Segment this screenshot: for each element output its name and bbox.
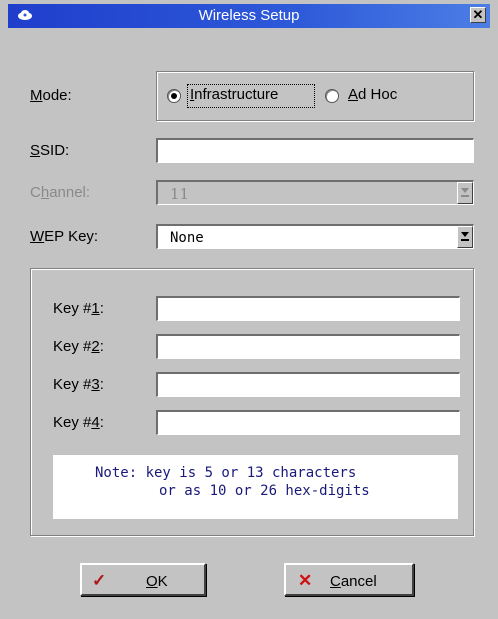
channel-combo[interactable]: 11: [156, 180, 474, 205]
cancel-button-label: Cancel: [330, 573, 377, 590]
key3-label: Key #3:: [53, 376, 104, 393]
checkmark-icon: ✓: [92, 571, 107, 590]
cancel-button[interactable]: ✕ Cancel: [284, 563, 414, 596]
adhoc-radio[interactable]: [325, 89, 339, 103]
wep-dropdown-button[interactable]: [457, 226, 473, 248]
mode-label: Mode:: [30, 87, 72, 104]
key4-label: Key #4:: [53, 414, 104, 431]
key1-field[interactable]: [156, 296, 460, 321]
wep-key-value: None: [170, 230, 204, 246]
channel-value: 11: [170, 185, 190, 203]
infrastructure-radio[interactable]: [167, 89, 181, 103]
key3-field[interactable]: [156, 372, 460, 397]
note-line-1: Note: key is 5 or 13 characters: [95, 465, 357, 481]
key2-label: Key #2:: [53, 338, 104, 355]
wep-key-combo[interactable]: None: [156, 224, 474, 249]
ssid-label: SSID:: [30, 142, 70, 159]
adhoc-label[interactable]: Ad Hoc: [348, 86, 397, 103]
channel-dropdown-button[interactable]: [457, 182, 473, 204]
note-line-2: or as 10 or 26 hex-digits: [159, 483, 370, 499]
chevron-down-icon: [461, 232, 469, 241]
radio-dot: [171, 93, 177, 99]
infrastructure-label[interactable]: Infrastructure: [190, 86, 278, 103]
ok-button[interactable]: ✓ OK: [80, 563, 206, 596]
cross-icon: ✕: [298, 571, 313, 590]
chevron-down-icon: [461, 188, 469, 197]
window-title: Wireless Setup: [198, 7, 300, 24]
mode-group: Infrastructure Ad Hoc: [156, 71, 474, 121]
key4-field[interactable]: [156, 410, 460, 435]
wep-key-label: WEP Key:: [30, 228, 99, 245]
key2-field[interactable]: [156, 334, 460, 359]
key-format-note: Note: key is 5 or 13 characters or as 10…: [53, 455, 458, 519]
ssid-field[interactable]: [156, 138, 474, 163]
key1-label: Key #1:: [53, 300, 104, 317]
ok-button-label: OK: [146, 573, 168, 590]
title-bar[interactable]: Wireless Setup ✕: [8, 4, 490, 28]
close-icon[interactable]: ✕: [470, 7, 486, 23]
channel-label: Channel:: [30, 184, 91, 201]
